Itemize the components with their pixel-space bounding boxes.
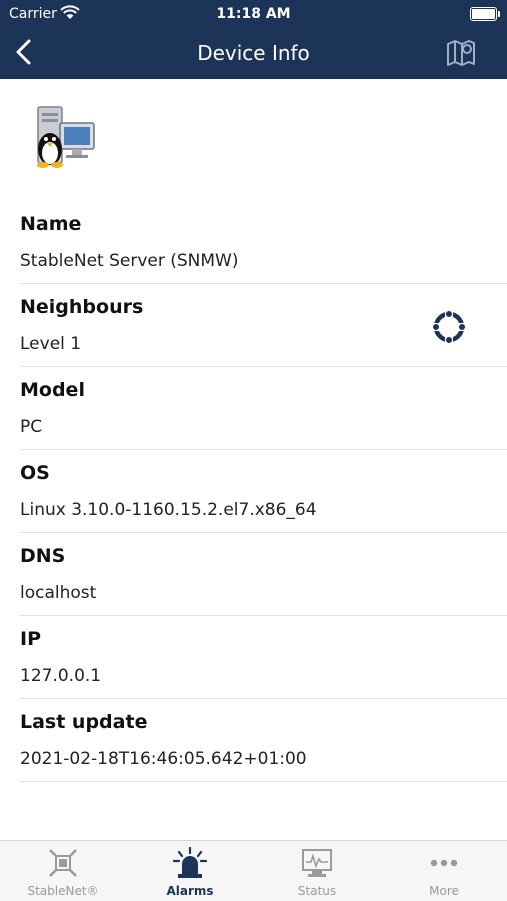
page-title: Device Info [197,41,310,65]
field-value: StableNet Server (SNMW) [20,251,239,271]
device-info-list: Name StableNet Server (SNMW) Neighbours … [0,201,507,782]
status-bar: Carrier 11:18 AM [0,0,507,28]
battery-icon [470,7,500,21]
map-icon[interactable] [445,38,477,68]
field-label: Model [20,379,85,401]
field-value: localhost [20,583,97,603]
field-label: Neighbours [20,296,144,318]
field-label: DNS [20,545,66,567]
tab-alarms[interactable]: Alarms [127,841,253,901]
tab-bar: StableNet® Alarms Status More [0,840,507,901]
tab-more[interactable]: More [381,841,507,901]
tab-label: StableNet® [27,884,99,898]
field-os: OS Linux 3.10.0-1160.15.2.el7.x86_64 [0,450,507,533]
field-name: Name StableNet Server (SNMW) [0,201,507,284]
field-value: PC [20,417,43,437]
field-label: Name [20,213,82,235]
more-icon [430,859,458,867]
tab-label: Alarms [166,884,214,898]
clock: 11:18 AM [216,6,291,22]
header: Carrier 11:18 AM Device Info [0,0,507,79]
nav-bar: Device Info [0,28,507,79]
alarm-siren-icon [172,847,208,878]
tab-label: More [429,884,459,898]
field-ip: IP 127.0.0.1 [0,616,507,699]
field-value: 2021-02-18T16:46:05.642+01:00 [20,749,307,769]
tab-stablenet[interactable]: StableNet® [0,841,126,901]
field-last-update: Last update 2021-02-18T16:46:05.642+01:0… [0,699,507,782]
divider [20,781,507,782]
tab-label: Status [297,884,337,898]
stablenet-icon [49,849,77,877]
linux-server-icon [37,106,95,168]
field-value: 127.0.0.1 [20,666,102,686]
field-dns: DNS localhost [0,533,507,616]
field-value: Linux 3.10.0-1160.15.2.el7.x86_64 [20,500,317,520]
field-label: IP [20,628,41,650]
field-model: Model PC [0,367,507,450]
field-label: OS [20,462,50,484]
monitor-icon [302,849,332,877]
tab-status[interactable]: Status [254,841,380,901]
field-neighbours: Neighbours Level 1 [0,284,507,367]
field-label: Last update [20,711,148,733]
field-value: Level 1 [20,334,82,354]
neighbours-icon[interactable] [429,307,469,347]
